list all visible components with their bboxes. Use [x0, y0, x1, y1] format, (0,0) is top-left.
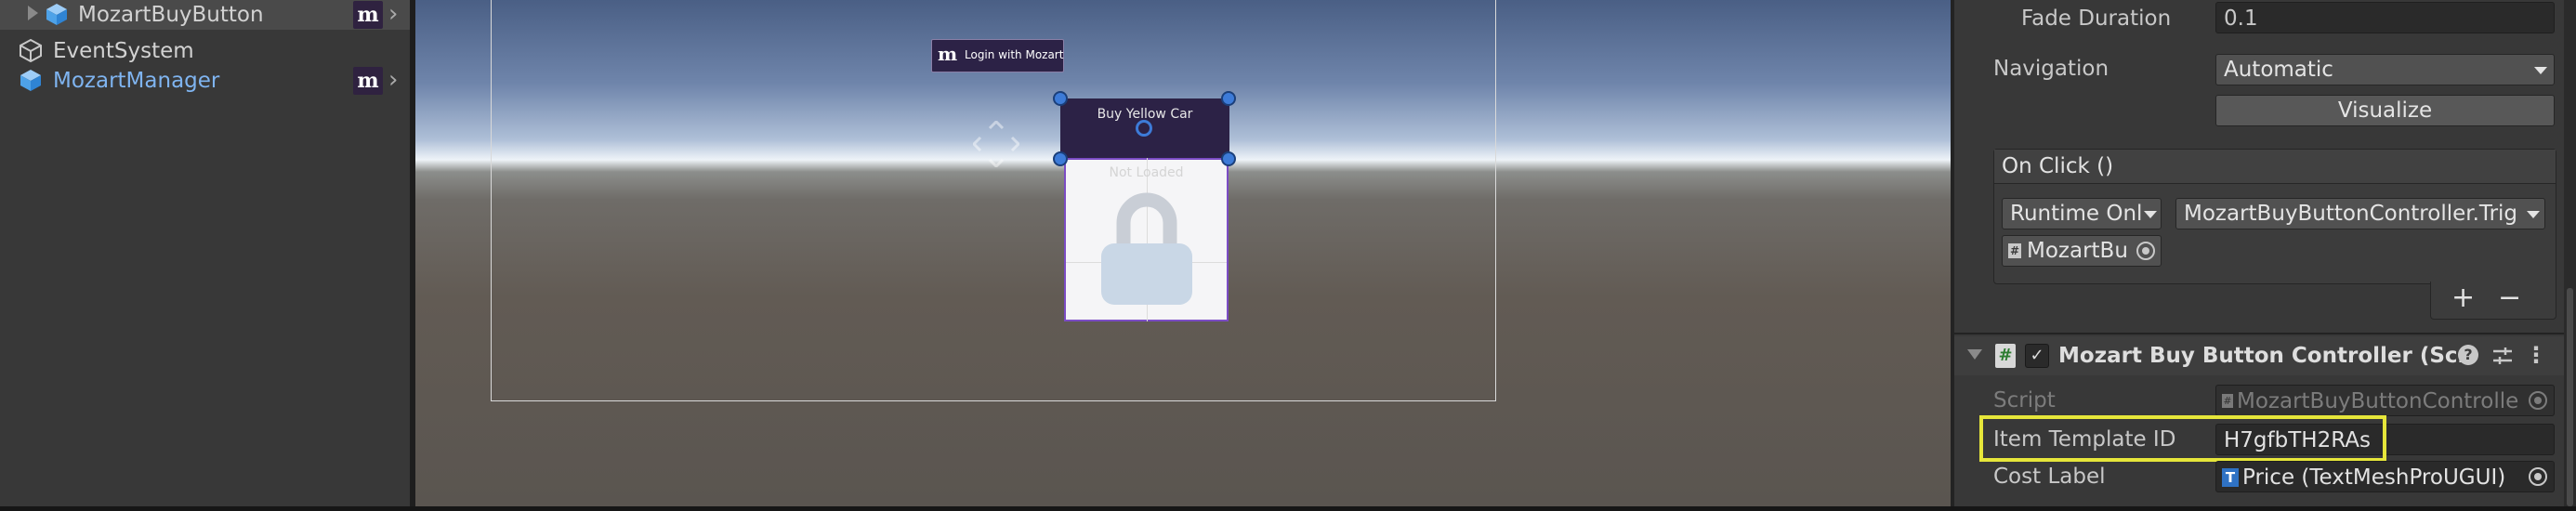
mozart-logo-icon: m	[938, 43, 958, 65]
on-click-event-box: On Click () Runtime Onl MozartBuyButtonC…	[1993, 149, 2556, 284]
preset-sliders-icon[interactable]	[2491, 345, 2514, 367]
item-status-label: Not Loaded	[1109, 165, 1184, 180]
on-click-header: On Click ()	[1994, 150, 2556, 184]
cost-label-field[interactable]: T Price (TextMeshProUGUI)	[2215, 461, 2555, 492]
resize-handle-bottom-right[interactable]	[1221, 151, 1236, 166]
fade-duration-field[interactable]: 0.1	[2215, 2, 2555, 33]
scrollbar-track[interactable]	[2564, 0, 2576, 506]
chevron-right-icon[interactable]: ›	[388, 1, 407, 29]
component-enabled-checkbox[interactable]: ✓	[2025, 344, 2049, 368]
mozart-logo-icon: m	[353, 67, 383, 95]
object-picker-icon[interactable]	[2529, 467, 2547, 486]
on-click-title: On Click ()	[2002, 154, 2114, 178]
resize-handle-top-left[interactable]	[1053, 91, 1068, 106]
function-dropdown[interactable]: MozartBuyButtonController.Trig	[2175, 198, 2545, 229]
move-gizmo-icon[interactable]	[973, 121, 1019, 167]
navigation-label: Navigation	[1993, 57, 2109, 81]
hierarchy-item-mozart-buy-button[interactable]: MozartBuyButton m ›	[0, 0, 410, 30]
resize-handle-bottom-left[interactable]	[1053, 151, 1068, 166]
prefab-cube-icon	[20, 70, 41, 91]
object-picker-icon	[2529, 391, 2547, 410]
scene-view[interactable]: m Login with Mozart Buy Yellow Car Not L…	[415, 0, 1951, 506]
event-list-footer: + −	[2430, 282, 2556, 320]
cost-label-label: Cost Label	[1993, 465, 2106, 489]
padlock-icon	[1101, 192, 1192, 305]
bottom-border	[0, 506, 2576, 511]
visualize-button[interactable]: Visualize	[2215, 95, 2555, 126]
help-icon[interactable]: ?	[2458, 345, 2478, 365]
hierarchy-panel: MozartBuyButton m › EventSystem MozartMa…	[0, 0, 410, 506]
component-title: Mozart Buy Button Controller (Scri	[2058, 344, 2476, 368]
chevron-down-icon	[2534, 67, 2547, 74]
login-button-label: Login with Mozart	[965, 48, 1064, 61]
inspector-panel: Fade Duration 0.1 Navigation Automatic V…	[1951, 0, 2564, 506]
hierarchy-item-label: EventSystem	[53, 39, 194, 63]
hierarchy-item-event-system[interactable]: EventSystem	[0, 36, 410, 66]
target-object-field[interactable]: # MozartBu	[2002, 235, 2162, 267]
highlight-box	[1979, 415, 2386, 462]
textmeshpro-icon: T	[2222, 468, 2239, 487]
script-hash-icon: #	[2008, 243, 2021, 258]
hierarchy-item-label: MozartBuyButton	[78, 3, 264, 27]
gameobject-outline-cube-icon	[20, 38, 42, 62]
gameobject-cube-icon	[46, 4, 67, 25]
script-field: # MozartBuyButtonControlle	[2215, 385, 2555, 416]
runtime-mode-dropdown[interactable]: Runtime Onl	[2002, 198, 2162, 229]
csharp-script-icon: #	[1995, 344, 2016, 368]
hierarchy-item-mozart-manager[interactable]: MozartManager m ›	[0, 66, 410, 96]
chevron-down-icon	[2527, 211, 2540, 218]
chevron-down-icon	[2144, 211, 2157, 218]
remove-event-button[interactable]: −	[2498, 282, 2521, 314]
add-event-button[interactable]: +	[2451, 282, 2475, 314]
hierarchy-item-label: MozartManager	[53, 69, 220, 93]
item-card[interactable]: Not Loaded	[1064, 158, 1229, 321]
fade-duration-label: Fade Duration	[2021, 7, 2172, 31]
navigation-dropdown[interactable]: Automatic	[2215, 54, 2555, 85]
component-header[interactable]: # ✓ Mozart Buy Button Controller (Scri ?…	[1954, 336, 2564, 375]
expand-arrow-icon[interactable]	[28, 6, 38, 20]
resize-handle-top-right[interactable]	[1221, 91, 1236, 106]
script-hash-icon: #	[2222, 394, 2233, 408]
foldout-arrow-icon[interactable]	[1967, 349, 1982, 360]
mozart-logo-icon: m	[353, 1, 383, 29]
script-label: Script	[1993, 388, 2056, 413]
login-with-mozart-button[interactable]: m Login with Mozart	[931, 39, 1064, 72]
pivot-handle[interactable]	[1136, 120, 1152, 137]
chevron-right-icon[interactable]: ›	[388, 67, 407, 95]
object-picker-icon[interactable]	[2136, 242, 2155, 260]
scrollbar-thumb[interactable]	[2567, 288, 2573, 506]
more-options-icon[interactable]: ⋮	[2525, 342, 2547, 368]
